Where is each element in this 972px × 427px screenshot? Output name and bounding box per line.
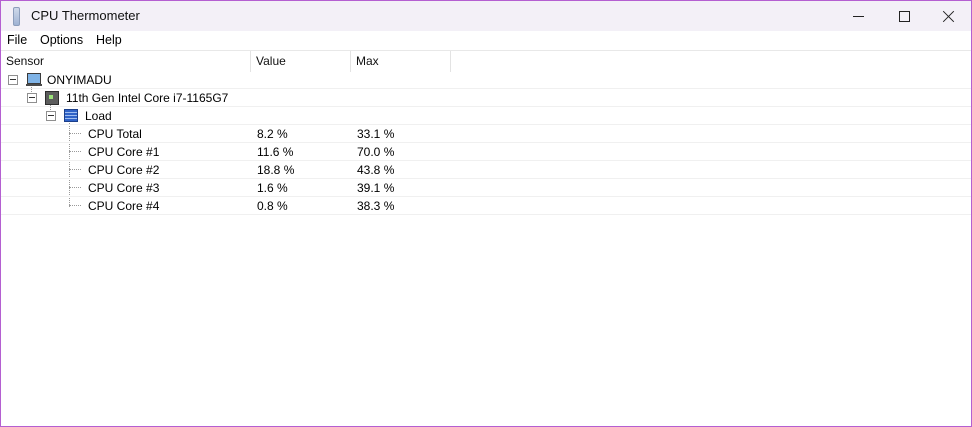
sensor-value: 8.2 %	[257, 127, 288, 141]
column-value[interactable]: Value	[251, 51, 351, 72]
tree-node-cpu[interactable]: 11th Gen Intel Core i7-1165G7	[1, 89, 971, 107]
app-window: CPU Thermometer File Options Help Sensor…	[0, 0, 972, 427]
tree-line	[69, 151, 81, 152]
collapse-icon[interactable]	[46, 111, 56, 121]
node-label: ONYIMADU	[47, 73, 112, 87]
close-icon	[942, 10, 955, 23]
tree-line	[69, 205, 81, 206]
collapse-icon[interactable]	[8, 75, 18, 85]
computer-icon	[26, 73, 42, 87]
minimize-icon	[852, 15, 864, 17]
sensor-name: CPU Core #2	[88, 163, 160, 177]
column-max[interactable]: Max	[351, 51, 451, 72]
maximize-icon	[898, 10, 910, 22]
load-bars-icon	[64, 109, 78, 122]
tree-node-computer[interactable]: ONYIMADU	[1, 71, 971, 89]
sensor-name: CPU Total	[88, 127, 142, 141]
sensor-max: 33.1 %	[357, 127, 395, 141]
sensor-row[interactable]: CPU Core #2 18.8 % 43.8 %	[1, 161, 971, 179]
sensor-row[interactable]: CPU Core #4 0.8 % 38.3 %	[1, 197, 971, 215]
cpu-chip-icon	[45, 91, 59, 105]
sensor-name: CPU Core #3	[88, 181, 160, 195]
minimize-button[interactable]	[835, 1, 881, 31]
sensor-value: 18.8 %	[257, 163, 295, 177]
menu-options[interactable]: Options	[40, 33, 83, 47]
sensor-value: 0.8 %	[257, 199, 288, 213]
sensor-max: 70.0 %	[357, 145, 395, 159]
tree-line	[69, 133, 81, 134]
menu-help[interactable]: Help	[96, 33, 122, 47]
sensor-value: 1.6 %	[257, 181, 288, 195]
title-bar[interactable]: CPU Thermometer	[1, 1, 971, 31]
node-label: 11th Gen Intel Core i7-1165G7	[66, 91, 229, 105]
thermometer-icon	[13, 7, 20, 26]
maximize-button[interactable]	[881, 1, 927, 31]
menu-bar: File Options Help	[1, 31, 971, 50]
sensor-max: 39.1 %	[357, 181, 395, 195]
sensor-row[interactable]: CPU Core #1 11.6 % 70.0 %	[1, 143, 971, 161]
sensor-name: CPU Core #1	[88, 145, 160, 159]
column-header: Sensor Value Max	[1, 51, 971, 72]
sensor-value: 11.6 %	[257, 145, 294, 159]
sensor-name: CPU Core #4	[88, 199, 160, 213]
node-label: Load	[85, 109, 112, 123]
tree-line	[69, 187, 81, 188]
column-sensor[interactable]: Sensor	[1, 51, 251, 72]
window-title: CPU Thermometer	[31, 8, 140, 23]
sensor-tree[interactable]: Sensor Value Max ONYIMADU 11th Gen Intel…	[1, 50, 971, 426]
sensor-max: 43.8 %	[357, 163, 395, 177]
menu-file[interactable]: File	[7, 33, 27, 47]
close-button[interactable]	[925, 1, 971, 31]
sensor-max: 38.3 %	[357, 199, 395, 213]
sensor-row[interactable]: CPU Total 8.2 % 33.1 %	[1, 125, 971, 143]
tree-line	[69, 169, 81, 170]
sensor-row[interactable]: CPU Core #3 1.6 % 39.1 %	[1, 179, 971, 197]
collapse-icon[interactable]	[27, 93, 37, 103]
tree-node-load[interactable]: Load	[1, 107, 971, 125]
